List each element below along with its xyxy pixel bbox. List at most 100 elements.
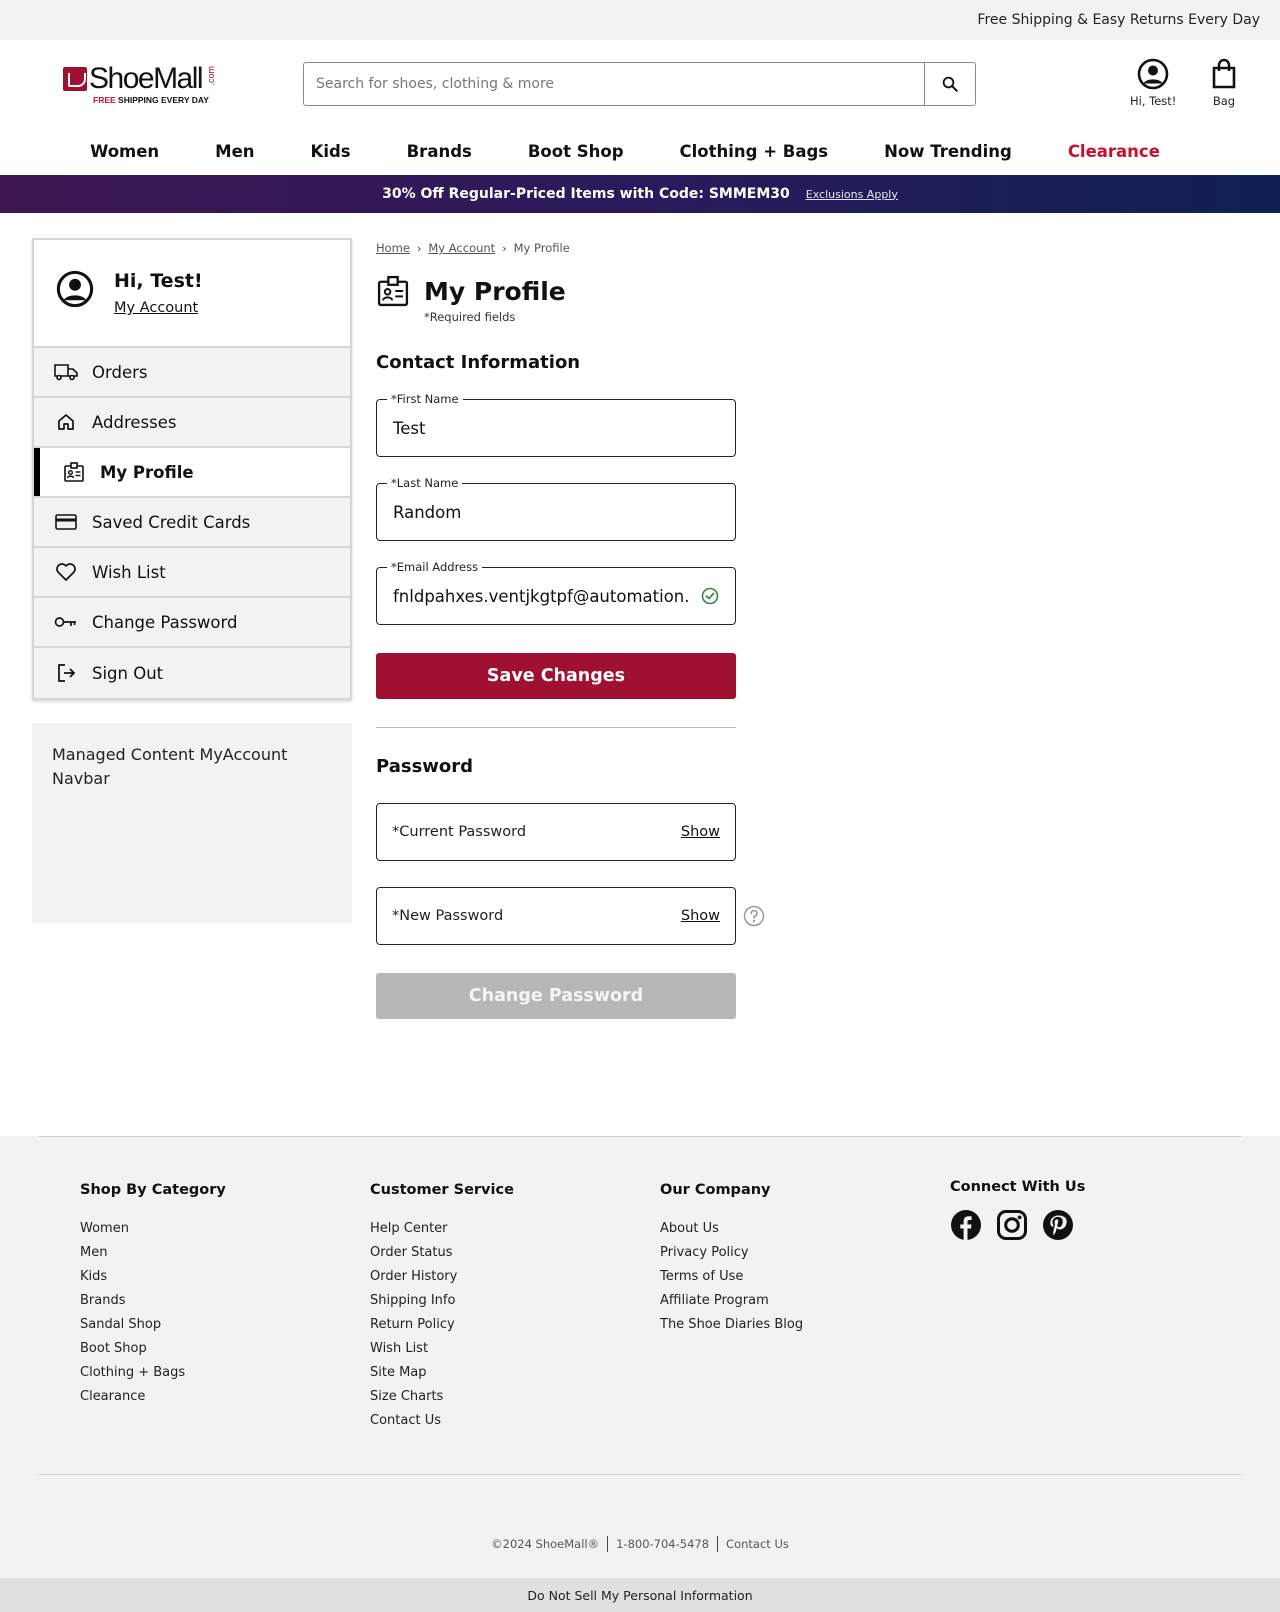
footer-customer-service: Customer Service Help Center Order Statu… xyxy=(370,1182,514,1433)
sidebar-item-change-password[interactable]: Change Password xyxy=(34,598,350,648)
section-divider xyxy=(376,727,736,728)
promo-banner: 30% Off Regular-Priced Items with Code: … xyxy=(0,175,1280,213)
account-label: Hi, Test! xyxy=(1130,94,1177,108)
show-new-password-toggle[interactable]: Show xyxy=(681,908,720,924)
breadcrumb: Home › My Account › My Profile xyxy=(376,238,736,258)
footer-link[interactable]: Kids xyxy=(80,1265,226,1289)
footer-link[interactable]: Order Status xyxy=(370,1241,514,1265)
first-name-label: *First Name xyxy=(387,392,463,406)
last-name-input[interactable] xyxy=(393,502,719,522)
phone-link[interactable]: 1-800-704-5478 xyxy=(616,1537,709,1551)
nav-brands[interactable]: Brands xyxy=(407,142,472,161)
bag-label: Bag xyxy=(1212,94,1236,108)
sidebar-item-label: Sign Out xyxy=(92,663,164,683)
footer-link[interactable]: Size Charts xyxy=(370,1385,514,1409)
footer-link[interactable]: Clearance xyxy=(80,1385,226,1409)
show-current-password-toggle[interactable]: Show xyxy=(681,824,720,840)
help-question-icon[interactable] xyxy=(743,905,765,927)
footer-link[interactable]: Wish List xyxy=(370,1337,514,1361)
required-fields-note: *Required fields xyxy=(424,310,516,324)
sidebar-item-my-profile[interactable]: My Profile xyxy=(34,448,350,498)
footer-link[interactable]: Clothing + Bags xyxy=(80,1361,226,1385)
change-password-button[interactable]: Change Password xyxy=(376,973,736,1019)
user-avatar-icon xyxy=(56,270,94,308)
footer-link[interactable]: Return Policy xyxy=(370,1313,514,1337)
footer-heading: Connect With Us xyxy=(950,1179,1086,1195)
pinterest-icon[interactable] xyxy=(1042,1209,1074,1245)
footer-link[interactable]: Affiliate Program xyxy=(660,1289,803,1313)
nav-clothing-bags[interactable]: Clothing + Bags xyxy=(680,142,829,161)
nav-boot-shop[interactable]: Boot Shop xyxy=(528,142,624,161)
search-input[interactable] xyxy=(304,63,924,105)
account-menu-button[interactable]: Hi, Test! xyxy=(1130,58,1176,108)
separator xyxy=(717,1536,719,1552)
sidebar-my-account-link[interactable]: My Account xyxy=(114,300,198,316)
footer-divider-bottom xyxy=(39,1474,1241,1475)
first-name-input[interactable] xyxy=(393,418,719,438)
footer-link[interactable]: Sandal Shop xyxy=(80,1313,226,1337)
footer-link[interactable]: Boot Shop xyxy=(80,1337,226,1361)
footer-link[interactable]: Men xyxy=(80,1241,226,1265)
nav-now-trending[interactable]: Now Trending xyxy=(884,142,1012,161)
facebook-icon[interactable] xyxy=(950,1209,982,1245)
save-changes-button[interactable]: Save Changes xyxy=(376,653,736,699)
footer-connect: Connect With Us xyxy=(950,1179,1085,1245)
breadcrumb-home[interactable]: Home xyxy=(376,241,410,255)
footer-heading: Shop By Category xyxy=(80,1182,226,1198)
site-header: ShoeMall .com FREE SHIPPING EVERY DAY Hi… xyxy=(0,40,1280,127)
sidebar-item-saved-credit-cards[interactable]: Saved Credit Cards xyxy=(34,498,350,548)
footer-link[interactable]: Shipping Info xyxy=(370,1289,514,1313)
current-password-input[interactable] xyxy=(392,824,681,840)
footer-heading: Customer Service xyxy=(370,1182,514,1198)
key-icon xyxy=(54,610,78,634)
chevron-right-icon: › xyxy=(502,241,507,255)
email-label: *Email Address xyxy=(387,560,483,574)
nav-women[interactable]: Women xyxy=(90,142,159,161)
footer-link[interactable]: About Us xyxy=(660,1217,803,1241)
logo-tagline-rest: SHIPPING EVERY DAY xyxy=(115,95,209,105)
logo-com: .com xyxy=(206,66,216,86)
breadcrumb-my-account[interactable]: My Account xyxy=(428,241,495,255)
sidebar-item-addresses[interactable]: Addresses xyxy=(34,398,350,448)
last-name-field: *Last Name xyxy=(376,476,736,541)
sidebar-greeting: Hi, Test! xyxy=(114,270,203,292)
footer-link[interactable]: Order History xyxy=(370,1265,514,1289)
footer-link[interactable]: Site Map xyxy=(370,1361,514,1385)
footer-link[interactable]: Privacy Policy xyxy=(660,1241,803,1265)
footer-contact-link[interactable]: Contact Us xyxy=(726,1537,789,1551)
first-name-field: *First Name xyxy=(376,392,736,457)
new-password-input[interactable] xyxy=(392,908,681,924)
sidebar-item-wish-list[interactable]: Wish List xyxy=(34,548,350,598)
footer-link[interactable]: Help Center xyxy=(370,1217,514,1241)
footer-link[interactable]: Brands xyxy=(80,1289,226,1313)
account-sidebar: Hi, Test! My Account Orders Addresses My… xyxy=(32,238,352,700)
nav-kids[interactable]: Kids xyxy=(311,142,351,161)
current-password-field: Show xyxy=(376,803,736,861)
footer-link[interactable]: Terms of Use xyxy=(660,1265,803,1289)
profile-main: Home › My Account › My Profile My Profil… xyxy=(376,238,765,1019)
logo-name: ShoeMall xyxy=(89,62,204,95)
sidebar-item-label: My Profile xyxy=(100,462,194,482)
footer-link[interactable]: The Shoe Diaries Blog xyxy=(660,1313,803,1337)
check-circle-icon xyxy=(701,587,719,605)
nav-men[interactable]: Men xyxy=(215,142,254,161)
footer-link[interactable]: Women xyxy=(80,1217,226,1241)
instagram-icon[interactable] xyxy=(996,1209,1028,1245)
email-field: *Email Address xyxy=(376,560,736,625)
social-links xyxy=(950,1209,1085,1245)
email-input[interactable] xyxy=(393,586,695,606)
sidebar-item-label: Addresses xyxy=(92,412,177,432)
main-navigation: Women Men Kids Brands Boot Shop Clothing… xyxy=(0,127,1280,175)
footer-link[interactable]: Contact Us xyxy=(370,1409,514,1433)
nav-clearance[interactable]: Clearance xyxy=(1068,142,1160,161)
do-not-sell-link[interactable]: Do Not Sell My Personal Information xyxy=(0,1578,1280,1612)
logo-tagline-free: FREE xyxy=(93,95,116,105)
page-title: My Profile xyxy=(424,276,566,306)
bag-button[interactable]: Bag xyxy=(1211,58,1237,108)
chevron-right-icon: › xyxy=(416,241,422,255)
sidebar-item-orders[interactable]: Orders xyxy=(34,348,350,398)
search-button[interactable] xyxy=(924,63,975,105)
shoemall-logo[interactable]: ShoeMall .com FREE SHIPPING EVERY DAY xyxy=(63,64,223,106)
sidebar-item-sign-out[interactable]: Sign Out xyxy=(34,648,350,698)
exclusions-link[interactable]: Exclusions Apply xyxy=(806,188,898,201)
